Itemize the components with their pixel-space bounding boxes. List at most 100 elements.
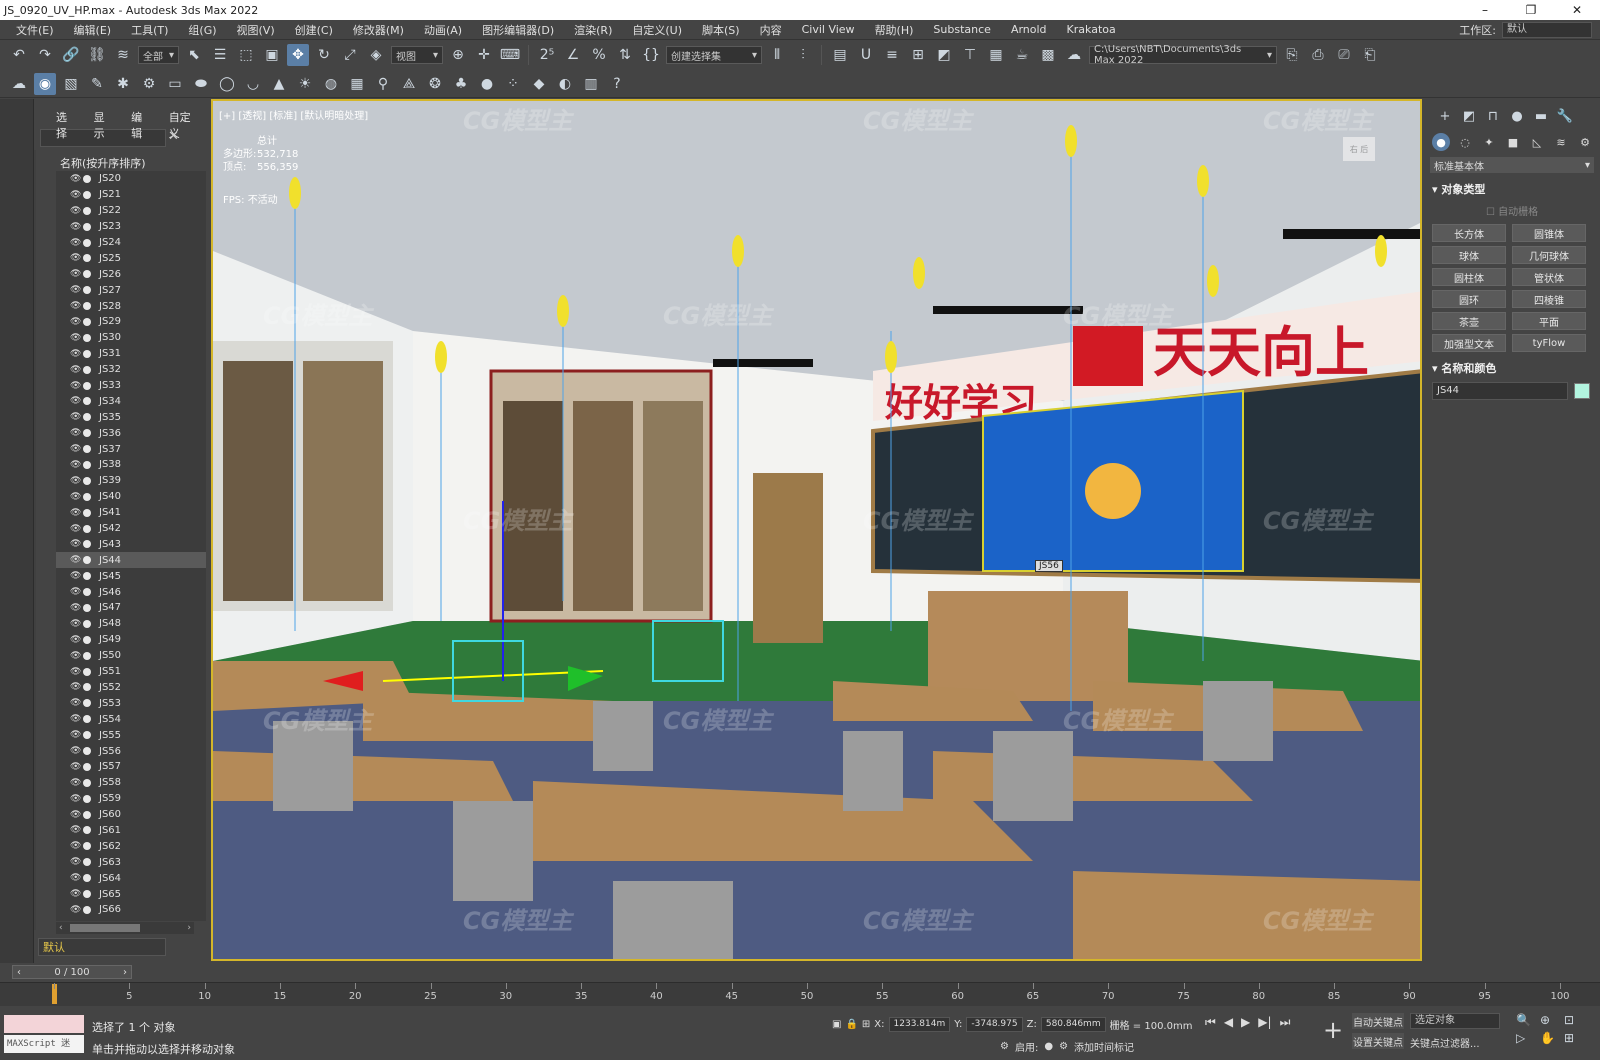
list-item[interactable]: 👁 JS42 <box>56 521 206 537</box>
eye-icon[interactable]: 👁 <box>70 174 81 184</box>
list-item[interactable]: 👁 JS59 <box>56 791 206 807</box>
list-item[interactable]: 👁 JS38 <box>56 457 206 473</box>
select-move-icon[interactable]: ✥ <box>287 44 310 66</box>
unlink-icon[interactable]: ⛓ <box>86 44 108 66</box>
eye-icon[interactable]: 👁 <box>70 476 81 486</box>
hscroll-thumb[interactable] <box>70 924 140 932</box>
restore-button[interactable]: ❐ <box>1508 0 1554 20</box>
key-filters-button[interactable]: 关键点过滤器... <box>1410 1035 1480 1050</box>
window-crossing-icon[interactable]: ▣ <box>261 44 283 66</box>
menu-animation[interactable]: 动画(A) <box>414 22 472 38</box>
spinner-snap-icon[interactable]: ⇅ <box>614 44 636 66</box>
lock-selection-icon[interactable]: 🔒 <box>845 1019 857 1030</box>
perspective-viewport[interactable]: 好好学习 天天向上 [+] [透视] [标准] [默认明暗处理] 总计 多边形:… <box>211 99 1422 961</box>
rect-selection-icon[interactable]: ⬚ <box>235 44 257 66</box>
eye-icon[interactable]: 👁 <box>70 571 81 581</box>
list-item[interactable]: 👁 JS20 <box>56 171 206 187</box>
eye-icon[interactable]: 👁 <box>70 810 81 820</box>
cloud-icon[interactable]: ☁ <box>8 73 30 95</box>
name-color-rollout[interactable]: ▾ 名称和颜色 <box>1432 360 1600 376</box>
eye-icon[interactable]: 👁 <box>70 555 81 565</box>
list-item[interactable]: 👁 JS29 <box>56 314 206 330</box>
list-item[interactable]: 👁 JS43 <box>56 536 206 552</box>
key-selection-dropdown[interactable]: 选定对象 <box>1410 1013 1500 1029</box>
eye-icon[interactable]: 👁 <box>70 857 81 867</box>
layer-explorer-icon[interactable]: ▤ <box>829 44 851 66</box>
plant-icon[interactable]: ♣ <box>450 73 472 95</box>
eye-icon[interactable]: 👁 <box>70 841 81 851</box>
list-item[interactable]: 👁 JS31 <box>56 346 206 362</box>
select-manipulate-icon[interactable]: ✛ <box>473 44 495 66</box>
plane-icon[interactable]: ▭ <box>164 73 186 95</box>
explorer-column-header[interactable]: 名称(按升序排序) <box>56 155 206 171</box>
curve-editor-icon[interactable]: ≡ <box>881 44 903 66</box>
tyflow-button[interactable]: tyFlow <box>1512 334 1586 352</box>
scroll-left-icon[interactable]: ‹ <box>59 923 63 933</box>
list-item[interactable]: 👁 JS46 <box>56 584 206 600</box>
cylinder-button[interactable]: 圆柱体 <box>1432 268 1506 286</box>
list-item[interactable]: 👁 JS30 <box>56 330 206 346</box>
tube-button[interactable]: 管状体 <box>1512 268 1586 286</box>
eye-icon[interactable]: 👁 <box>70 794 81 804</box>
explorer-hscrollbar[interactable]: ‹ › <box>56 922 194 934</box>
globe-icon[interactable]: ● <box>476 73 498 95</box>
workspace-dropdown[interactable]: 默认 <box>1502 21 1592 38</box>
eye-icon[interactable]: 👁 <box>70 730 81 740</box>
circle-icon[interactable]: ◯ <box>216 73 238 95</box>
paint-icon[interactable]: ✎ <box>86 73 108 95</box>
align-icon[interactable]: ⫶ <box>792 44 814 66</box>
list-item[interactable]: 👁 JS48 <box>56 616 206 632</box>
eye-icon[interactable]: 👁 <box>70 238 81 248</box>
mirror-icon[interactable]: ⫴ <box>766 44 788 66</box>
eye-icon[interactable]: 👁 <box>70 682 81 692</box>
cone-button[interactable]: 圆锥体 <box>1512 224 1586 242</box>
list-item[interactable]: 👁 JS51 <box>56 664 206 680</box>
z-field[interactable]: 580.846mm <box>1040 1017 1106 1032</box>
edit-named-selection-icon[interactable]: {} <box>640 44 662 66</box>
keyboard-shortcut-icon[interactable]: ⌨ <box>499 44 521 66</box>
list-item[interactable]: 👁 JS40 <box>56 489 206 505</box>
menu-tools[interactable]: 工具(T) <box>121 22 178 38</box>
viewcube[interactable]: 右 后 <box>1343 137 1375 161</box>
sphere-icon[interactable]: ⬬ <box>190 73 212 95</box>
utilities-tab-icon[interactable]: 🔧 <box>1556 107 1574 125</box>
set-key-icon[interactable]: + <box>1318 1015 1348 1045</box>
eye-icon[interactable]: 👁 <box>70 381 81 391</box>
list-item[interactable]: 👁 JS44 <box>56 552 206 569</box>
box-button[interactable]: 长方体 <box>1432 224 1506 242</box>
named-selection-dropdown[interactable]: 创建选择集 ▾ <box>666 46 763 64</box>
sun-icon[interactable]: ☀ <box>294 73 316 95</box>
systems-category-icon[interactable]: ⚙ <box>1576 133 1594 151</box>
eye-icon[interactable]: 👁 <box>70 524 81 534</box>
eye-icon[interactable]: 👁 <box>70 190 81 200</box>
text-plus-button[interactable]: 加强型文本 <box>1432 334 1506 352</box>
list-item[interactable]: 👁 JS61 <box>56 823 206 839</box>
eye-icon[interactable]: 👁 <box>70 746 81 756</box>
plane-button[interactable]: 平面 <box>1512 312 1586 330</box>
eye-icon[interactable]: 👁 <box>70 667 81 677</box>
layer-selector[interactable]: 默认 <box>38 938 166 956</box>
list-item[interactable]: 👁 JS63 <box>56 854 206 870</box>
slider-left-icon[interactable]: ‹ <box>17 967 21 978</box>
schematic-view-icon[interactable]: ⊞ <box>907 44 929 66</box>
render-production-icon[interactable]: ☕ <box>1011 44 1033 66</box>
x-field[interactable]: 1233.814m <box>888 1017 951 1032</box>
skylight-icon[interactable]: ◍ <box>320 73 342 95</box>
eye-icon[interactable]: 👁 <box>70 428 81 438</box>
percent-snap-icon[interactable]: % <box>588 44 610 66</box>
maximize-viewport-icon[interactable]: ⊞ <box>1564 1031 1584 1045</box>
list-item[interactable]: 👁 JS64 <box>56 870 206 886</box>
isolate-icon[interactable]: ▣ <box>832 1019 841 1030</box>
selection-filter-dropdown[interactable]: 全部 ▾ <box>138 46 180 64</box>
object-color-swatch[interactable] <box>1574 383 1590 399</box>
eye-icon[interactable]: 👁 <box>70 873 81 883</box>
menu-content[interactable]: 内容 <box>750 22 792 38</box>
list-item[interactable]: 👁 JS55 <box>56 727 206 743</box>
eye-icon[interactable]: 👁 <box>70 365 81 375</box>
geosphere-button[interactable]: 几何球体 <box>1512 246 1586 264</box>
list-item[interactable]: 👁 JS34 <box>56 393 206 409</box>
render-setup-icon[interactable]: ⊤ <box>959 44 981 66</box>
eye-icon[interactable]: 👁 <box>70 905 81 915</box>
minimize-button[interactable]: – <box>1462 0 1508 20</box>
select-object-icon[interactable]: ⬉ <box>183 44 205 66</box>
